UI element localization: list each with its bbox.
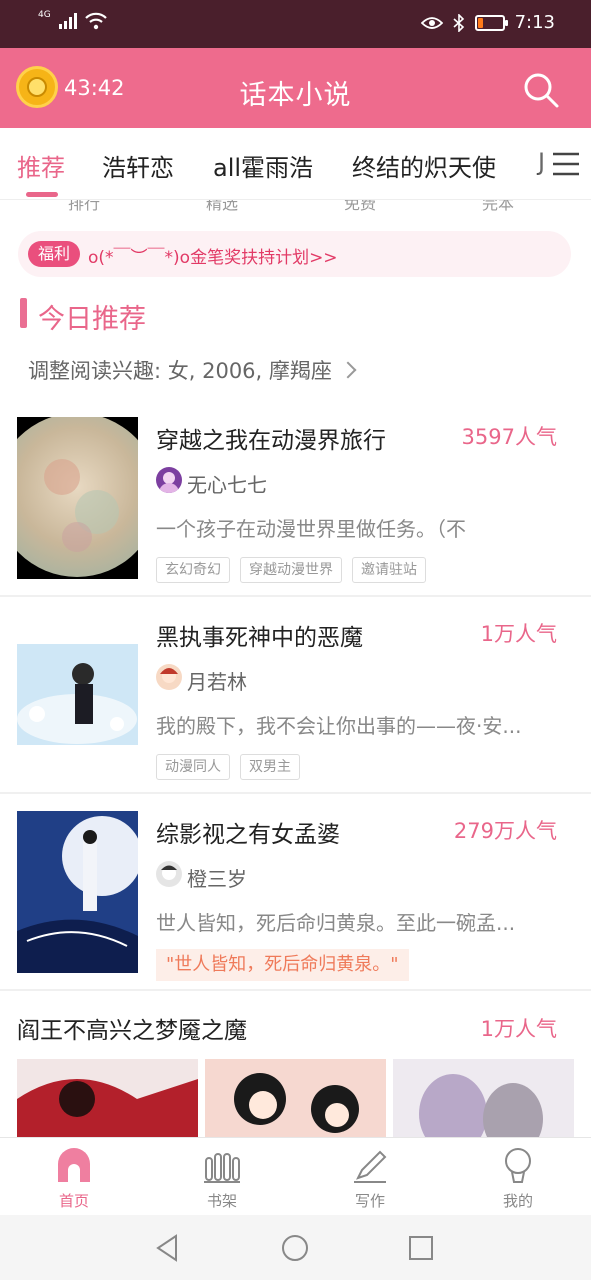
app-header: 43:42 话本小说 xyxy=(0,48,591,128)
pencil-icon xyxy=(354,1150,387,1183)
book-cover[interactable] xyxy=(17,417,138,579)
nav-bookshelf[interactable]: 书架 xyxy=(148,1138,296,1216)
clock: 7:13 xyxy=(514,12,555,33)
book-description: 我的殿下，我不会让你出事的——夜·安... xyxy=(156,714,522,738)
category-tabs: 推荐 浩轩恋 all霍雨浩 终结的炽天使 J xyxy=(0,128,591,200)
featured-book-title[interactable]: 阎王不高兴之梦魇之魔 xyxy=(17,1011,247,1045)
sub-category-complete[interactable]: 完本 xyxy=(482,200,514,214)
battery-level xyxy=(477,17,483,28)
tab-seraph[interactable]: 终结的炽天使 xyxy=(352,148,496,183)
eye-comfort-icon xyxy=(420,16,443,29)
active-tab-indicator xyxy=(26,192,58,197)
book-cover[interactable] xyxy=(17,811,138,973)
tag[interactable]: 双男主 xyxy=(240,754,300,780)
tab-recommend[interactable]: 推荐 xyxy=(17,148,65,183)
nav-profile[interactable]: 我的 xyxy=(444,1138,591,1216)
author-name[interactable]: 无心七七 xyxy=(187,469,267,498)
nav-label: 书架 xyxy=(206,1192,237,1210)
featured-popularity: 1万人气 xyxy=(480,1017,557,1041)
popularity-count: 279万人气 xyxy=(453,819,557,843)
benefit-text[interactable]: o(*￣︶￣*)o金笔奖扶持计划>> xyxy=(88,243,338,268)
bottom-navigation: 首页 书架 写作 我的 xyxy=(0,1137,591,1215)
back-icon[interactable] xyxy=(152,1232,184,1264)
tab-huoyuhao[interactable]: all霍雨浩 xyxy=(213,148,313,183)
book-item[interactable]: 黑执事死神中的恶魔 1万人气 月若林 我的殿下，我不会让你出事的——夜·安...… xyxy=(0,614,591,812)
featured-image[interactable] xyxy=(205,1059,386,1139)
menu-icon[interactable] xyxy=(549,150,579,178)
author-avatar[interactable] xyxy=(156,467,182,493)
book-cover[interactable] xyxy=(17,644,138,745)
benefit-tag: 福利 xyxy=(28,241,81,267)
sub-category-rank[interactable]: 排行 xyxy=(68,200,100,214)
network-type: 4G xyxy=(38,10,51,20)
status-right: 7:13 xyxy=(420,12,555,33)
system-navigation xyxy=(0,1215,591,1280)
tag[interactable]: 穿越动漫世界 xyxy=(240,557,342,583)
cover-image xyxy=(17,417,138,577)
adjust-interest-link[interactable]: 调整阅读兴趣: 女, 2006, 摩羯座 xyxy=(28,355,357,385)
profile-icon xyxy=(505,1148,531,1183)
bookshelf-icon xyxy=(204,1153,240,1183)
book-item[interactable]: 综影视之有女孟婆 279万人气 橙三岁 世人皆知，死后命归黄泉。至此一碗孟...… xyxy=(0,811,591,1009)
home-circle-icon[interactable] xyxy=(279,1232,311,1264)
book-title[interactable]: 黑执事死神中的恶魔 xyxy=(156,618,363,652)
author-avatar[interactable] xyxy=(156,861,182,887)
author-name[interactable]: 月若林 xyxy=(187,666,247,695)
nav-home[interactable]: 首页 xyxy=(0,1138,148,1216)
benefit-banner[interactable]: 福利 o(*￣︶￣*)o金笔奖扶持计划>> xyxy=(18,231,571,277)
cover-image xyxy=(17,644,138,745)
tag-list: 玄幻奇幻 穿越动漫世界 邀请驻站 xyxy=(156,557,426,583)
book-title[interactable]: 综影视之有女孟婆 xyxy=(156,815,340,849)
nav-write[interactable]: 写作 xyxy=(296,1138,444,1216)
divider xyxy=(0,792,591,794)
tag[interactable]: 玄幻奇幻 xyxy=(156,557,230,583)
status-bar: 4G 7:13 xyxy=(0,0,591,48)
divider xyxy=(0,989,591,991)
chevron-right-icon xyxy=(339,361,357,379)
popularity-count: 1万人气 xyxy=(480,622,557,646)
recents-icon[interactable] xyxy=(405,1232,437,1264)
popularity-count: 3597人气 xyxy=(461,425,557,449)
sub-category-picks[interactable]: 精选 xyxy=(206,200,238,214)
nav-label: 写作 xyxy=(354,1192,385,1210)
search-icon[interactable] xyxy=(521,70,561,110)
book-description: 一个孩子在动漫世界里做任务。（不 xyxy=(156,517,466,541)
bluetooth-icon xyxy=(453,13,464,32)
tag-list: 动漫同人 双男主 xyxy=(156,754,300,780)
author-avatar[interactable] xyxy=(156,664,182,690)
nav-label: 首页 xyxy=(58,1192,89,1210)
book-item[interactable]: 穿越之我在动漫界旅行 3597人气 无心七七 一个孩子在动漫世界里做任务。（不 … xyxy=(0,417,591,615)
divider xyxy=(0,595,591,597)
sub-category-free[interactable]: 免费 xyxy=(344,200,376,214)
author-name[interactable]: 橙三岁 xyxy=(187,863,247,892)
book-description: 世人皆知，死后命归黄泉。至此一碗孟... xyxy=(156,911,516,935)
tag[interactable]: 动漫同人 xyxy=(156,754,230,780)
nav-label: 我的 xyxy=(502,1192,533,1210)
tag[interactable]: 邀请驻站 xyxy=(352,557,426,583)
interest-text: 调整阅读兴趣: 女, 2006, 摩羯座 xyxy=(28,359,332,383)
book-title[interactable]: 穿越之我在动漫界旅行 xyxy=(156,421,386,455)
book-quote: "世人皆知，死后命归黄泉。" xyxy=(156,949,409,981)
sub-category-row: 排行 精选 免费 完本 xyxy=(0,200,591,214)
home-icon xyxy=(58,1148,90,1182)
section-accent-bar xyxy=(20,298,27,328)
section-title: 今日推荐 xyxy=(38,304,146,335)
wifi-icon xyxy=(84,12,107,30)
app-title: 话本小说 xyxy=(239,80,352,111)
featured-image[interactable] xyxy=(17,1059,198,1139)
tab-haoxuan[interactable]: 浩轩恋 xyxy=(102,148,174,183)
featured-image[interactable] xyxy=(393,1059,574,1139)
cover-image xyxy=(17,811,138,973)
signal-icon xyxy=(58,13,77,29)
battery-icon xyxy=(474,14,508,31)
signal-indicators: 4G xyxy=(38,10,107,30)
